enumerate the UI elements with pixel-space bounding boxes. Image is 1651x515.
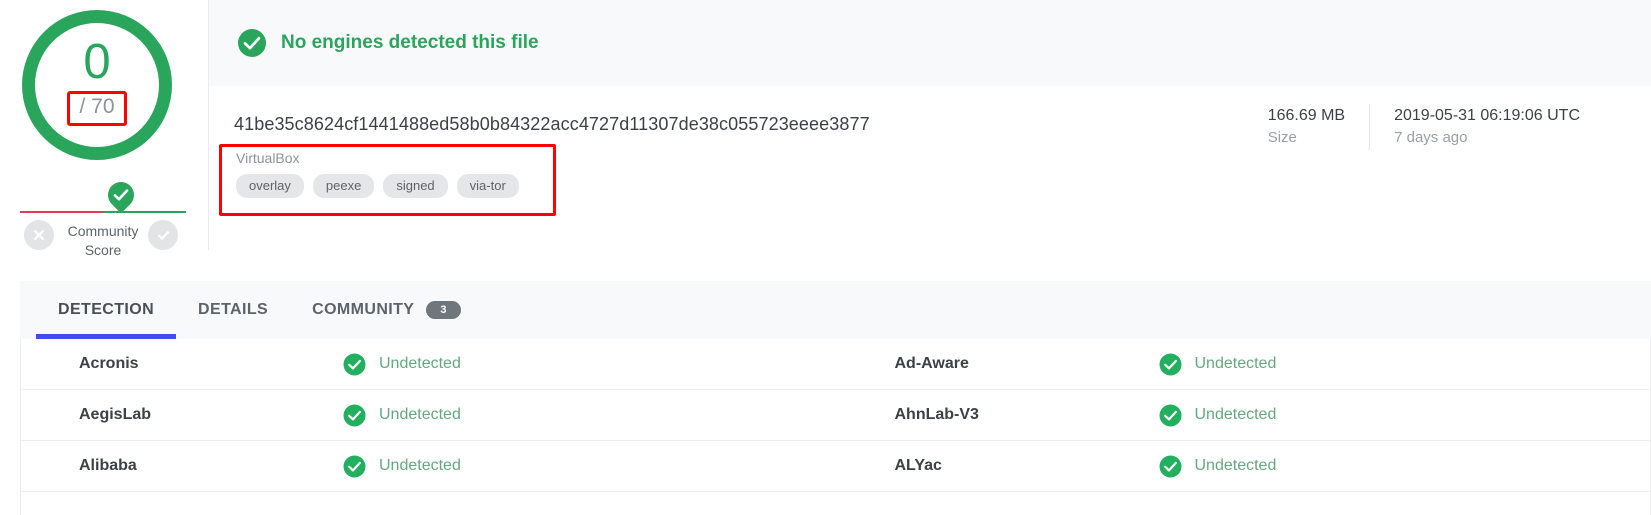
check-circle-icon — [343, 455, 366, 478]
table-row: Alibaba Undetected ALYac Undetected — [21, 441, 1650, 492]
file-tag[interactable]: overlay — [236, 174, 304, 198]
tab-detection[interactable]: DETECTION — [35, 281, 177, 339]
tab-community[interactable]: COMMUNITY 3 — [312, 281, 461, 339]
file-tags-highlight: VirtualBox overlay peexe signed via-tor — [219, 144, 556, 216]
table-row: AegisLab Undetected AhnLab-V3 Undetected — [21, 390, 1650, 441]
verdict-text: No engines detected this file — [281, 32, 539, 53]
file-tags-list: overlay peexe signed via-tor — [236, 174, 519, 198]
engine-result-text: Undetected — [379, 406, 461, 423]
check-circle-icon — [1159, 455, 1182, 478]
engine-result: Undetected — [343, 404, 461, 427]
engine-result-text: Undetected — [1194, 457, 1277, 474]
detection-ratio-content: 0 / 70 — [35, 23, 159, 147]
check-circle-icon — [343, 404, 366, 427]
engine-results-table: Acronis Undetected Ad-Aware Undetected A… — [20, 339, 1651, 515]
detection-count: 0 — [83, 35, 111, 90]
check-pin-icon — [102, 176, 140, 214]
file-analysis-date-value: 2019-05-31 06:19:06 UTC — [1394, 107, 1580, 124]
tab-details-label: DETAILS — [198, 301, 269, 318]
engine-name: Acronis — [79, 355, 139, 372]
engine-cell: Acronis Undetected — [21, 339, 836, 389]
engine-cell: Alibaba Undetected — [21, 441, 836, 491]
tab-details[interactable]: DETAILS — [198, 281, 268, 339]
file-analysis-date-relative: 7 days ago — [1394, 129, 1468, 147]
file-hash[interactable]: 41be35c8624cf1441488ed58b0b84322acc4727d… — [234, 114, 870, 135]
report-tabbar: DETECTION DETAILS COMMUNITY 3 — [20, 281, 1651, 339]
engine-cell: ALYac Undetected — [836, 441, 1651, 491]
engine-result-text: Undetected — [1194, 406, 1277, 423]
engine-name: AegisLab — [79, 406, 152, 423]
check-circle-icon — [237, 28, 267, 58]
engine-cell: Ad-Aware Undetected — [836, 339, 1651, 389]
file-details-band: 41be35c8624cf1441488ed58b0b84322acc4727d… — [209, 86, 1651, 250]
file-size-value: 166.69 MB — [1267, 107, 1346, 124]
engine-result: Undetected — [1159, 455, 1277, 478]
check-circle-icon — [343, 353, 366, 376]
engine-name: ALYac — [894, 457, 942, 474]
engine-name: Alibaba — [79, 457, 137, 474]
community-score-label-line2: Score — [84, 241, 122, 258]
engine-result: Undetected — [1159, 404, 1277, 427]
engine-cell: AhnLab-V3 Undetected — [836, 390, 1651, 440]
file-tag[interactable]: signed — [383, 174, 448, 198]
detection-ratio-donut: 0 / 70 — [22, 10, 172, 160]
detection-score-panel: 0 / 70 Community Score — [0, 0, 208, 270]
engine-result: Undetected — [1159, 353, 1277, 376]
detection-total: / 70 — [79, 95, 115, 119]
verdict-banner: No engines detected this file — [209, 0, 1651, 86]
engine-result-text: Undetected — [379, 355, 461, 372]
engine-cell: AegisLab Undetected — [21, 390, 836, 440]
file-size-cell: 166.69 MB Size — [1244, 104, 1369, 150]
engine-result-text: Undetected — [379, 457, 461, 474]
file-summary-panel: No engines detected this file 41be35c862… — [208, 0, 1651, 250]
engine-result: Undetected — [343, 455, 461, 478]
check-circle-icon — [1159, 353, 1182, 376]
engine-result-text: Undetected — [1194, 355, 1277, 372]
community-score-label-line1: Community — [67, 223, 139, 239]
tab-community-label: COMMUNITY — [312, 301, 415, 318]
engine-name: Ad-Aware — [894, 355, 969, 372]
engine-result: Undetected — [343, 353, 461, 376]
file-size-label: Size — [1267, 129, 1297, 147]
file-tags-heading: VirtualBox — [236, 150, 300, 166]
community-score-bar — [20, 211, 186, 213]
tab-community-badge: 3 — [426, 301, 461, 319]
file-tag[interactable]: via-tor — [456, 174, 519, 198]
engine-name: AhnLab-V3 — [894, 406, 979, 423]
tab-detection-label: DETECTION — [58, 301, 155, 318]
community-score-label: Community Score — [14, 222, 192, 260]
virustotal-file-report: 0 / 70 Community Score No engines detect… — [0, 0, 1651, 515]
file-analysis-date-cell: 2019-05-31 06:19:06 UTC 7 days ago — [1369, 104, 1604, 150]
detection-total-highlight: / 70 — [67, 91, 127, 126]
table-row: Acronis Undetected Ad-Aware Undetected — [21, 339, 1650, 390]
file-meta-row: 166.69 MB Size 2019-05-31 06:19:06 UTC 7… — [1244, 104, 1604, 150]
check-circle-icon — [1159, 404, 1182, 427]
file-tag[interactable]: peexe — [312, 174, 375, 198]
community-score-widget: Community Score — [14, 176, 192, 260]
